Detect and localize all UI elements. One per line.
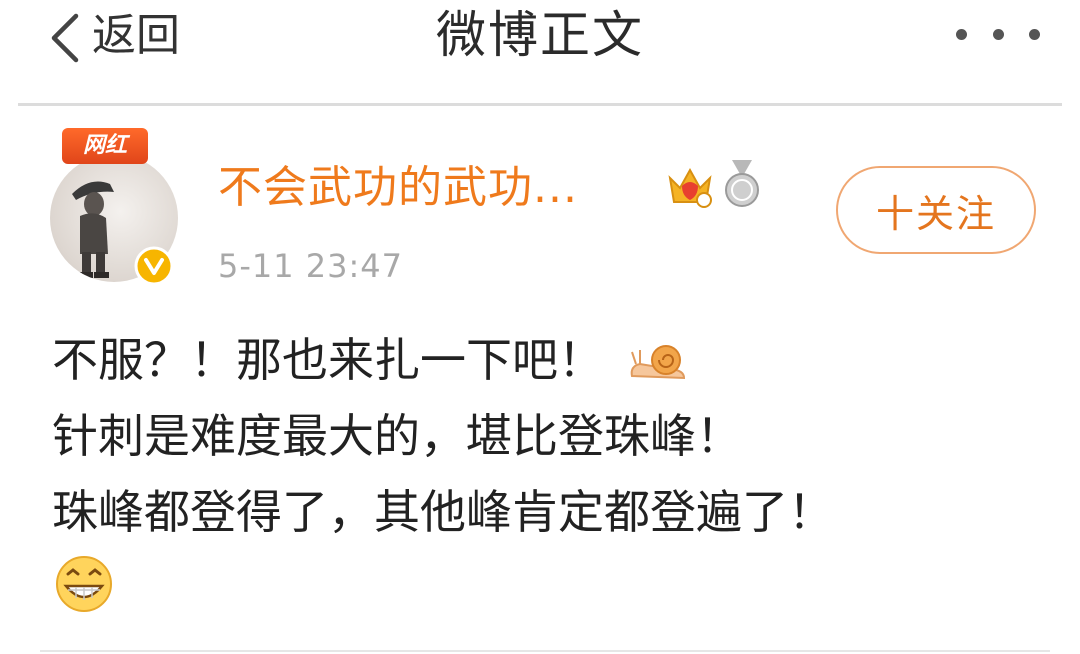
post-body: 不服？！那也来扎一下吧！ 针刺是难度最大的，堪比登珠峰！ 珠峰都登得了，其他峰肯… bbox=[52, 322, 1052, 616]
snail-emoji-icon bbox=[630, 345, 686, 380]
medal-icon bbox=[725, 160, 759, 207]
author-name[interactable]: 不会武功的武功... bbox=[218, 160, 578, 216]
influencer-badge: 网红 bbox=[62, 128, 148, 164]
more-dots-icon bbox=[956, 28, 967, 40]
post-text: 针刺是难度最大的，堪比登珠峰！ bbox=[52, 409, 742, 463]
post-line: 不服？！那也来扎一下吧！ bbox=[52, 322, 1052, 398]
nav-bar: 返回 微博正文 bbox=[0, 0, 1080, 104]
more-button[interactable] bbox=[956, 14, 1040, 54]
author-avatar-group[interactable]: 网红 bbox=[50, 128, 180, 288]
follow-button[interactable]: 十关注 bbox=[836, 166, 1036, 254]
post-timestamp: 5-11 23:47 bbox=[218, 247, 404, 285]
verified-icon bbox=[134, 246, 174, 286]
post-line bbox=[52, 550, 1052, 616]
page-title: 微博正文 bbox=[436, 6, 644, 64]
grin-emoji-icon bbox=[56, 556, 112, 612]
post-line: 珠峰都登得了，其他峰肯定都登遍了！ bbox=[52, 474, 1052, 550]
more-dots-icon bbox=[1029, 28, 1040, 40]
nav-divider bbox=[18, 103, 1062, 106]
crown-icon bbox=[668, 167, 712, 208]
post-line: 针刺是难度最大的，堪比登珠峰！ bbox=[52, 398, 1052, 474]
content-divider bbox=[40, 650, 1050, 652]
more-dots-icon bbox=[992, 28, 1004, 40]
post-text: 珠峰都登得了，其他峰肯定都登遍了！ bbox=[52, 485, 834, 539]
post-text: 不服？！那也来扎一下吧！ bbox=[52, 333, 604, 387]
